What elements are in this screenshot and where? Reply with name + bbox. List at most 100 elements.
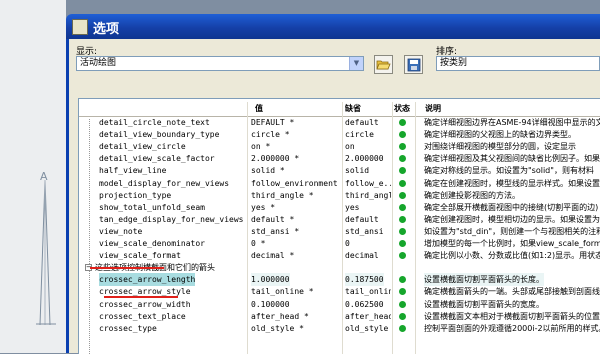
show-select-value: 活动绘图 xyxy=(80,58,117,68)
annotation-underline xyxy=(90,267,164,269)
option-default: decimal xyxy=(345,251,379,261)
option-name: projection_type xyxy=(99,190,172,200)
sort-select[interactable]: 按类别 xyxy=(436,56,600,71)
header-status[interactable]: 状态 xyxy=(394,102,410,116)
option-value[interactable]: 0 * xyxy=(251,237,265,250)
option-name: crossec_type xyxy=(99,323,157,333)
option-description: 确定详细视图及其父视图间的缺省比例因子。如果 xyxy=(424,154,600,164)
option-default: 0.187500 xyxy=(345,273,384,287)
option-description: 增加模型的每一个比例时，如果view_scale_format xyxy=(424,239,600,248)
app-icon xyxy=(72,19,88,35)
table-row[interactable]: detail_view_boundary_type circle * circle 确… xyxy=(79,128,600,141)
option-description: 确定全部展开横截面视图中的接缝(切割平面的边) xyxy=(424,202,599,212)
option-name: half_view_line xyxy=(99,166,167,176)
option-default: third_angle xyxy=(345,190,391,200)
option-description: 设置横截面切割平面箭头的宽度。 xyxy=(424,299,544,309)
table-row[interactable]: model_display_for_new_views follow_enviro… xyxy=(79,177,600,190)
option-default: std_ansi xyxy=(345,226,384,236)
option-name: tan_edge_display_for_new_views xyxy=(99,214,244,224)
header-description[interactable]: 说明 xyxy=(425,102,441,116)
option-default: solid xyxy=(345,166,370,176)
save-config-button[interactable] xyxy=(404,55,423,74)
header-value[interactable]: 值 xyxy=(255,102,263,116)
option-description: 控制平面剖面的外观遵循2000i-2以前所用的样式。 xyxy=(424,323,600,333)
option-description: 设置横截面文本相对于横截面切割平面箭头的位置。 xyxy=(424,311,600,321)
option-default: 2.000000 xyxy=(345,154,384,164)
option-default: default xyxy=(345,214,379,224)
option-value[interactable]: circle * xyxy=(251,128,290,141)
option-value[interactable]: default * xyxy=(251,213,294,226)
status-dot-icon xyxy=(399,203,406,211)
table-row[interactable]: crossec_text_place after_head * after_head… xyxy=(79,310,600,323)
option-value[interactable]: follow_environment * xyxy=(251,177,341,190)
option-name: detail_view_scale_factor xyxy=(99,154,215,164)
option-value[interactable]: DEFAULT * xyxy=(251,116,294,129)
option-description: 设置横截面切割平面箭头的长度。 xyxy=(424,273,544,287)
option-description: 对围绕详细视图的模型部分的圆，设定显示 xyxy=(424,142,576,152)
option-name: crossec_text_place xyxy=(99,311,186,321)
option-value[interactable]: third_angle * xyxy=(251,189,314,202)
status-dot-icon xyxy=(399,324,406,332)
table-row[interactable]: show_total_unfold_seam yes * yes 确定全部展开横截面视… xyxy=(79,201,600,214)
option-name: view_note xyxy=(99,226,143,236)
option-value[interactable]: on * xyxy=(251,140,270,153)
option-default: on xyxy=(345,142,355,152)
sort-select-value: 按类别 xyxy=(440,58,468,68)
option-name: detail_view_boundary_type xyxy=(99,130,220,140)
option-description: 确定横截面箭头的一端。头部或尾部接触到剖面线。 xyxy=(424,287,600,297)
table-row[interactable]: detail_view_circle on * on 对围绕详细视图的模型部分的圆，设… xyxy=(79,140,600,153)
table-row[interactable]: tan_edge_display_for_new_views default * d… xyxy=(79,213,600,226)
option-value[interactable]: tail_online * xyxy=(251,285,314,298)
show-select[interactable]: 活动绘图 ▼ xyxy=(76,56,364,71)
folder-open-icon xyxy=(376,60,391,70)
option-name: crossec_arrow_length xyxy=(99,273,196,287)
option-description: 确定创建投影视图的方法。 xyxy=(424,190,520,200)
option-description: 确定在创建视图时，模型线的显示样式。如果设置 xyxy=(424,178,600,188)
status-dot-icon xyxy=(399,312,406,320)
option-value[interactable]: decimal * xyxy=(251,249,294,262)
status-dot-icon xyxy=(399,143,406,151)
option-default: yes xyxy=(345,202,360,212)
status-dot-icon xyxy=(399,240,406,247)
table-row[interactable]: detail_circle_note_text DEFAULT * default 确… xyxy=(79,116,600,129)
status-dot-icon xyxy=(399,276,406,284)
option-value[interactable]: std_ansi * xyxy=(251,225,299,238)
status-dot-icon xyxy=(399,167,406,175)
open-config-button[interactable] xyxy=(374,55,393,74)
option-description: 确定详细视图边界在ASME-94详细视图中显示的文本 xyxy=(424,118,600,127)
table-row[interactable]: crossec_type old_style * old_style 控制平面剖面的外… xyxy=(79,322,600,335)
table-row[interactable]: detail_view_scale_factor 2.000000 * 2.0000… xyxy=(79,152,600,165)
option-name: view_scale_denominator xyxy=(99,239,205,248)
table-row[interactable]: half_view_line solid * solid 确定对称线的显示。如设置为"… xyxy=(79,164,600,177)
option-value[interactable]: old_style * xyxy=(251,322,304,335)
option-value[interactable]: 1.000000 xyxy=(251,273,290,287)
table-row[interactable]: crossec_arrow_width 0.100000 0.062500 设置横截面… xyxy=(79,298,600,311)
option-name: detail_view_circle xyxy=(99,142,186,152)
header-default[interactable]: 缺省 xyxy=(345,102,361,116)
option-value[interactable]: yes * xyxy=(251,201,275,214)
status-dot-icon xyxy=(399,131,406,139)
save-icon xyxy=(407,58,420,72)
option-value[interactable]: 0.100000 xyxy=(251,298,290,311)
option-description: 确定详细视图的父视图上的缺省边界类型。 xyxy=(424,130,576,140)
title-bar[interactable] xyxy=(66,14,600,39)
background-sketch: A xyxy=(36,170,56,326)
annotation-underline xyxy=(104,296,178,298)
status-dot-icon xyxy=(399,215,406,223)
option-value[interactable]: solid * xyxy=(251,164,285,177)
window-title: 选项 xyxy=(93,22,120,37)
table-row[interactable]: view_scale_format decimal * decimal 确定比例以小数… xyxy=(79,249,600,262)
table-row[interactable]: view_note std_ansi * std_ansi 如设置为"std_din"… xyxy=(79,225,600,238)
status-dot-icon xyxy=(399,119,406,126)
option-default: 0.062500 xyxy=(345,299,384,309)
option-description: 确定创建视图时，模型相切边的显示。如果设置为 xyxy=(424,214,600,224)
option-default: circle xyxy=(345,130,374,140)
option-name: view_scale_format xyxy=(99,251,181,261)
option-default: follow_e... xyxy=(345,178,391,188)
options-table: 值 缺省 状态 说明 detail_circle_note_text DEFAUL… xyxy=(78,98,600,354)
table-row[interactable]: crossec_arrow_length 1.000000 0.187500 设置横截… xyxy=(79,273,600,287)
table-row[interactable]: projection_type third_angle * third_angle 确… xyxy=(79,189,600,202)
option-value[interactable]: after_head * xyxy=(251,310,309,323)
option-value[interactable]: 2.000000 * xyxy=(251,152,299,165)
table-row[interactable]: view_scale_denominator 0 * 0 增加模型的每一个比例时，如果… xyxy=(79,237,600,250)
